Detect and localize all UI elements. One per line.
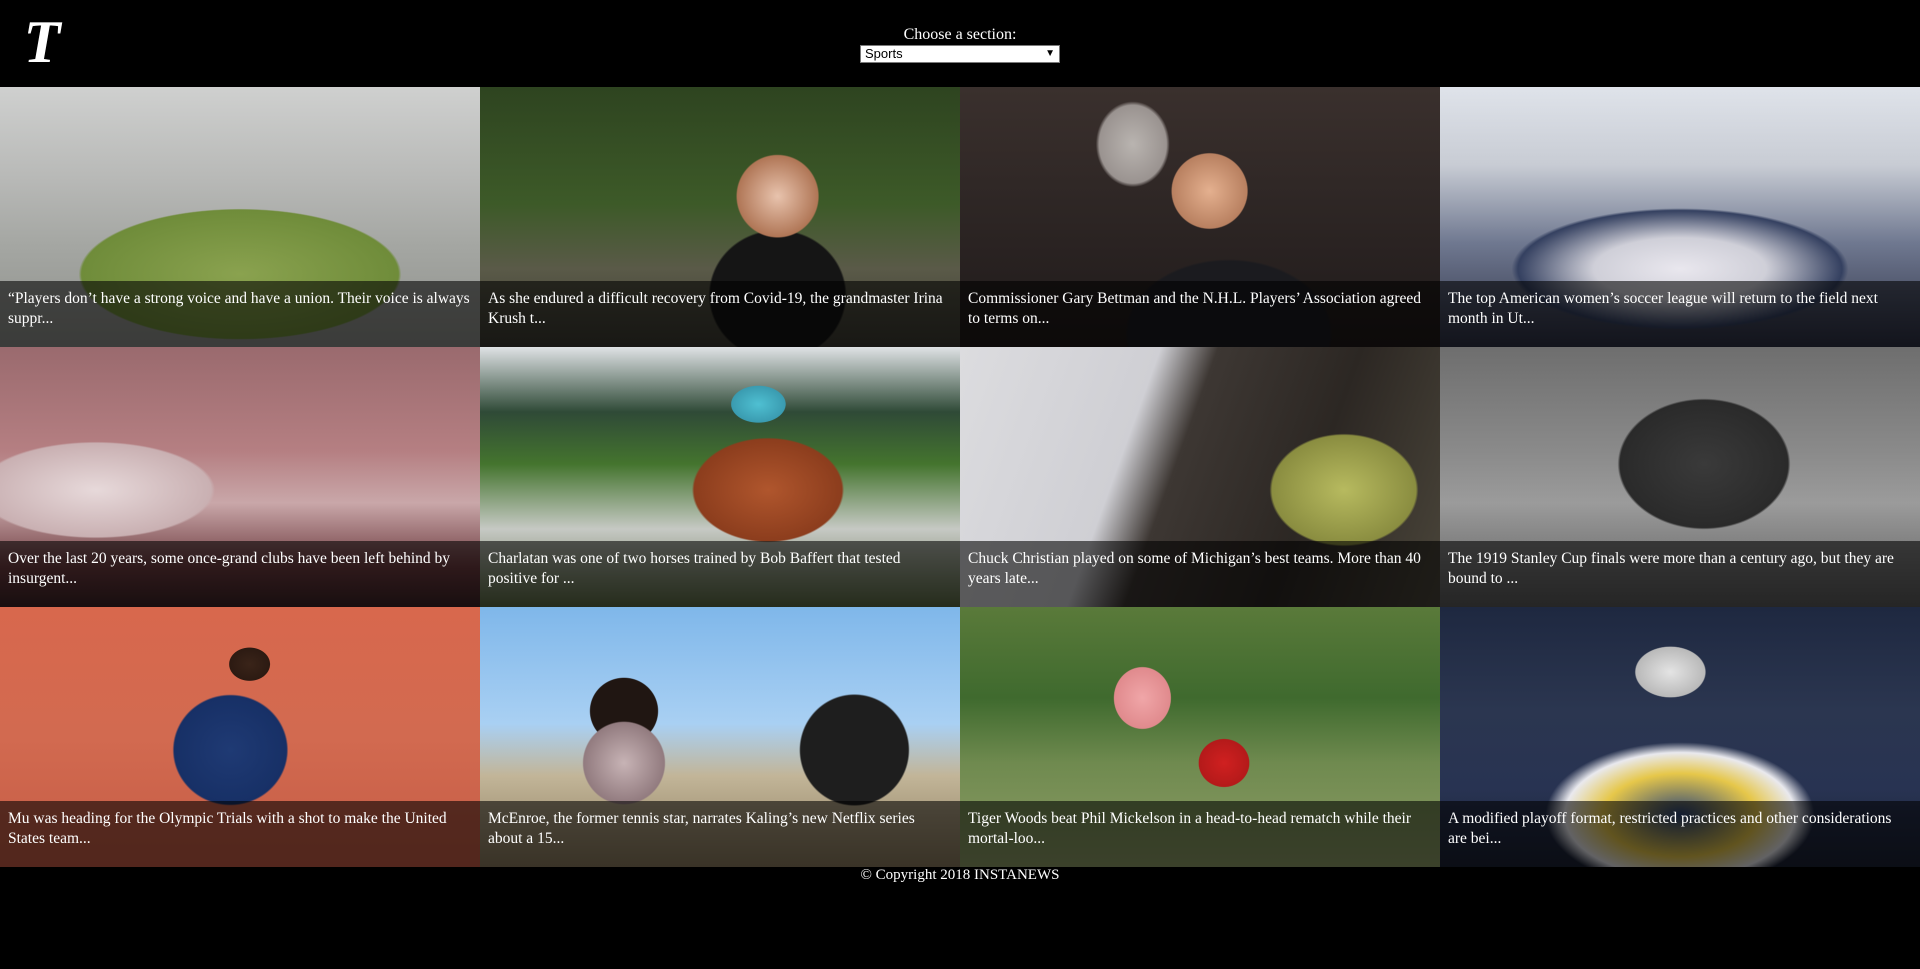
section-label: Choose a section: (903, 26, 1017, 43)
article-card[interactable]: Tiger Woods beat Phil Mickelson in a hea… (960, 607, 1440, 867)
article-abstract: A modified playoff format, restricted pr… (1440, 801, 1920, 867)
article-card[interactable]: The 1919 Stanley Cup finals were more th… (1440, 347, 1920, 607)
article-card[interactable]: “Players don’t have a strong voice and h… (0, 87, 480, 347)
article-abstract: Tiger Woods beat Phil Mickelson in a hea… (960, 801, 1440, 867)
article-abstract: Over the last 20 years, some once-grand … (0, 541, 480, 607)
section-select-value: Sports (865, 46, 903, 61)
section-select[interactable]: Sports ▼ (860, 45, 1060, 63)
article-card[interactable]: Commissioner Gary Bettman and the N.H.L.… (960, 87, 1440, 347)
article-card[interactable]: As she endured a difficult recovery from… (480, 87, 960, 347)
article-abstract: Chuck Christian played on some of Michig… (960, 541, 1440, 607)
article-card[interactable]: Charlatan was one of two horses trained … (480, 347, 960, 607)
article-card[interactable]: Mu was heading for the Olympic Trials wi… (0, 607, 480, 867)
article-abstract: Mu was heading for the Olympic Trials wi… (0, 801, 480, 867)
article-card[interactable]: McEnroe, the former tennis star, narrate… (480, 607, 960, 867)
site-header: T Choose a section: Sports ▼ (0, 0, 1920, 87)
footer-copyright: © Copyright 2018 INSTANEWS (860, 867, 1060, 883)
article-card[interactable]: Chuck Christian played on some of Michig… (960, 347, 1440, 607)
article-abstract: Charlatan was one of two horses trained … (480, 541, 960, 607)
article-abstract: The top American women’s soccer league w… (1440, 281, 1920, 347)
article-card[interactable]: Over the last 20 years, some once-grand … (0, 347, 480, 607)
article-card[interactable]: The top American women’s soccer league w… (1440, 87, 1920, 347)
article-abstract: Commissioner Gary Bettman and the N.H.L.… (960, 281, 1440, 347)
article-abstract: The 1919 Stanley Cup finals were more th… (1440, 541, 1920, 607)
section-picker: Choose a section: Sports ▼ (0, 26, 1920, 63)
article-abstract: “Players don’t have a strong voice and h… (0, 281, 480, 347)
article-grid: “Players don’t have a strong voice and h… (0, 87, 1920, 867)
article-abstract: McEnroe, the former tennis star, narrate… (480, 801, 960, 867)
article-card[interactable]: A modified playoff format, restricted pr… (1440, 607, 1920, 867)
chevron-down-icon: ▼ (1045, 48, 1055, 59)
article-abstract: As she endured a difficult recovery from… (480, 281, 960, 347)
